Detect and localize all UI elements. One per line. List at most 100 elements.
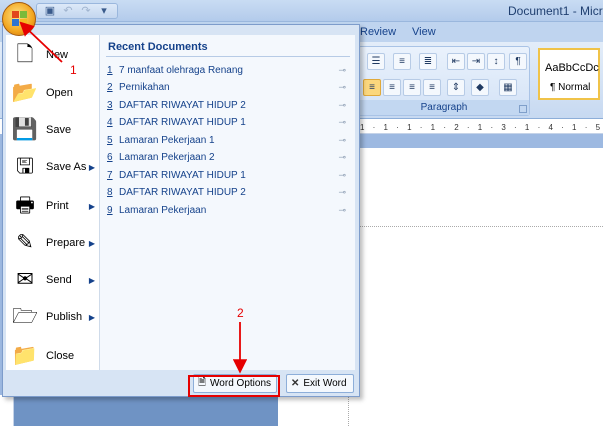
style-name: ¶ Normal [550, 82, 591, 93]
submenu-arrow-icon: ▶ [88, 312, 95, 322]
recent-document-item[interactable]: 8 DAFTAR RIWAYAT HIDUP 2 ⊸ [107, 184, 349, 201]
recent-number: 9 [107, 205, 113, 216]
tab-view[interactable]: View [412, 26, 436, 38]
recent-document-item[interactable]: 1 7 manfaat olehraga Renang ⊸ [107, 62, 349, 79]
recent-document-item[interactable]: 5 Lamaran Pekerjaan 1 ⊸ [107, 132, 349, 149]
office-menu-commands: 🗋 New 📂 Open 💾 Save 🖫 Save As ▶ 🖶 Print … [6, 35, 100, 370]
office-logo-icon [12, 11, 28, 27]
quick-access-toolbar: ▣ ↶ ↷ ▾ [36, 3, 118, 19]
recent-document-item[interactable]: 9 Lamaran Pekerjaan ⊸ [107, 202, 349, 219]
recent-number: 2 [107, 82, 113, 93]
redo-icon[interactable]: ↷ [79, 5, 93, 17]
save-icon[interactable]: ▣ [43, 5, 57, 17]
recent-document-item[interactable]: 4 DAFTAR RIWAYAT HIDUP 1 ⊸ [107, 114, 349, 131]
menu-item-prepare[interactable]: ✎ Prepare ▶ [6, 225, 100, 261]
recent-number: 4 [107, 117, 113, 128]
recent-document-item[interactable]: 2 Pernikahan ⊸ [107, 79, 349, 96]
borders-icon[interactable]: ▦ [499, 79, 517, 96]
align-center-icon[interactable]: ≡ [383, 79, 401, 96]
decrease-indent-icon[interactable]: ⇤ [447, 53, 465, 70]
submenu-arrow-icon: ▶ [88, 238, 95, 248]
menu-item-send[interactable]: ✉ Send ▶ [6, 262, 100, 298]
submenu-arrow-icon: ▶ [88, 275, 95, 285]
justify-icon[interactable]: ≡ [423, 79, 441, 96]
menu-item-open[interactable]: 📂 Open [6, 75, 100, 111]
sort-icon[interactable]: ↕ [487, 53, 505, 70]
recent-name: 7 manfaat olehraga Renang [119, 65, 243, 76]
office-menu: 🗋 New 📂 Open 💾 Save 🖫 Save As ▶ 🖶 Print … [2, 24, 360, 397]
bullets-icon[interactable]: ☰ [367, 53, 385, 70]
multilevel-list-icon[interactable]: ≣ [419, 53, 437, 70]
menu-item-close[interactable]: 📁 Close [6, 338, 100, 374]
shading-icon[interactable]: ◆ [471, 79, 489, 96]
show-hide-icon[interactable]: ¶ [509, 53, 527, 70]
vertical-ruler [0, 395, 14, 426]
prepare-icon: ✎ [16, 231, 34, 254]
undo-icon[interactable]: ↶ [61, 5, 75, 17]
menu-item-save-as[interactable]: 🖫 Save As ▶ [6, 149, 100, 185]
pin-icon[interactable]: ⊸ [338, 187, 346, 198]
recent-name: DAFTAR RIWAYAT HIDUP 2 [119, 100, 246, 111]
menu-item-label: Close [46, 350, 75, 362]
align-left-icon[interactable]: ≡ [363, 79, 381, 96]
style-normal[interactable]: AaBbCcDc ¶ Normal [538, 48, 600, 100]
menu-item-label: Prepare [46, 237, 86, 249]
menu-item-publish[interactable]: 🗁 Publish ▶ [6, 299, 100, 335]
word-options-highlight [188, 375, 280, 397]
pin-icon[interactable]: ⊸ [338, 117, 346, 128]
menu-item-label: New [46, 49, 69, 61]
recent-document-item[interactable]: 7 DAFTAR RIWAYAT HIDUP 1 ⊸ [107, 167, 349, 184]
recent-number: 3 [107, 100, 113, 111]
recent-name: DAFTAR RIWAYAT HIDUP 1 [119, 117, 246, 128]
recent-number: 5 [107, 135, 113, 146]
printer-icon: 🖶 [15, 194, 35, 217]
folder-open-icon: 📂 [11, 81, 39, 104]
pin-icon[interactable]: ⊸ [338, 82, 346, 93]
menu-item-save[interactable]: 💾 Save [6, 112, 100, 148]
customize-toolbar-icon[interactable]: ▾ [97, 5, 111, 17]
exit-word-button[interactable]: ✕ Exit Word [286, 374, 354, 393]
recent-documents-panel: Recent Documents 1 7 manfaat olehraga Re… [100, 35, 355, 370]
menu-item-label: Print [46, 200, 69, 212]
recent-number: 8 [107, 187, 113, 198]
line-spacing-icon[interactable]: ⇕ [447, 79, 465, 96]
tab-review[interactable]: Review [360, 26, 396, 38]
align-right-icon[interactable]: ≡ [403, 79, 421, 96]
exit-word-label: Exit Word [303, 378, 347, 389]
office-button[interactable] [2, 2, 36, 36]
submenu-arrow-icon: ▶ [88, 201, 95, 211]
save-icon: 💾 [11, 118, 39, 141]
menu-item-label: Save [46, 124, 72, 136]
exit-icon: ✕ [291, 378, 300, 389]
menu-item-label: Publish [46, 311, 83, 323]
title-bar: ▣ ↶ ↷ ▾ Document1 - Micros [0, 0, 603, 22]
pin-icon[interactable]: ⊸ [338, 205, 346, 216]
menu-item-new[interactable]: 🗋 New [6, 37, 100, 73]
recent-name: DAFTAR RIWAYAT HIDUP 2 [119, 187, 246, 198]
paragraph-group-label: Paragraph [359, 100, 529, 115]
menu-item-print[interactable]: 🖶 Print ▶ [6, 188, 100, 224]
office-menu-footer: 🗎 Word Options ✕ Exit Word [3, 370, 359, 396]
recent-document-item[interactable]: 3 DAFTAR RIWAYAT HIDUP 2 ⊸ [107, 97, 349, 114]
menu-item-label: Open [46, 87, 73, 99]
publish-icon: 🗁 [11, 305, 39, 328]
horizontal-ruler[interactable]: 1 · 1 · 1 · 1 · 2 · 1 · 3 · 1 · 4 · 1 · … [360, 122, 603, 134]
document-shadow-area [14, 397, 278, 426]
pin-icon[interactable]: ⊸ [338, 152, 346, 163]
close-folder-icon: 📁 [11, 344, 39, 367]
recent-document-item[interactable]: 6 Lamaran Pekerjaan 2 ⊸ [107, 149, 349, 166]
recent-name: Lamaran Pekerjaan [119, 205, 207, 216]
pin-icon[interactable]: ⊸ [338, 135, 346, 146]
recent-number: 7 [107, 170, 113, 181]
recent-name: DAFTAR RIWAYAT HIDUP 1 [119, 170, 246, 181]
recent-number: 6 [107, 152, 113, 163]
pin-icon[interactable]: ⊸ [338, 100, 346, 111]
paragraph-dialog-launcher-icon[interactable] [519, 105, 527, 113]
margin-guide [348, 226, 603, 426]
menu-item-label: Save As [46, 161, 87, 173]
pin-icon[interactable]: ⊸ [338, 170, 346, 181]
increase-indent-icon[interactable]: ⇥ [467, 53, 485, 70]
pin-icon[interactable]: ⊸ [338, 65, 346, 76]
paragraph-group: ☰ ≡ ≣ ⇤ ⇥ ↕ ¶ ≡ ≡ ≡ ≡ ⇕ ◆ ▦ Paragraph [358, 46, 530, 116]
numbering-icon[interactable]: ≡ [393, 53, 411, 70]
